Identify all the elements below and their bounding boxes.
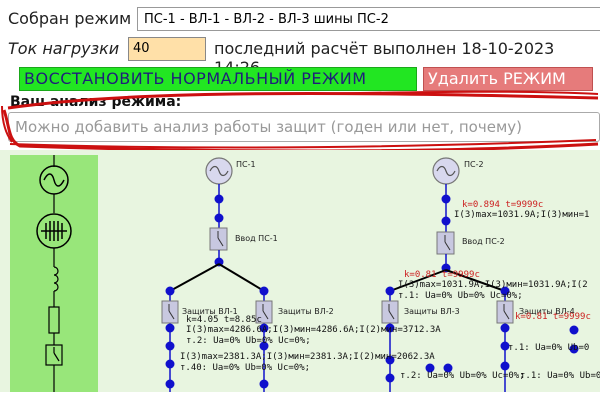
- node-dot: [214, 194, 224, 204]
- bottom-voltage-note: т.40: Ua=0% Ub=0% Uc=0%;: [180, 363, 311, 373]
- vl3-protection-label: Защиты ВЛ-3: [404, 307, 460, 316]
- vl3-current-note: I(3)max=1031.9A;I(3)мин=1031.9A;I(2: [398, 280, 588, 290]
- vl1-voltage-note: т.2: Ua=0% Ub=0% Uc=0%;: [186, 336, 311, 346]
- node-dot: [165, 359, 175, 369]
- node-dot: [569, 325, 579, 335]
- vl1-protection-breaker-icon[interactable]: [161, 300, 179, 324]
- node-dot: [385, 373, 395, 383]
- node-dot: [165, 379, 175, 389]
- ps1-label: ПС-1: [236, 160, 256, 169]
- vl1-k-t-note: k=4.05 t=8.85c: [186, 315, 262, 325]
- node-dot: [165, 323, 175, 333]
- node-dot: [441, 194, 451, 204]
- vl3-voltage-note: т.1: Ua=0% Ub=0% Uc=0%;: [398, 291, 523, 301]
- node-dot: [441, 216, 451, 226]
- vl4-protection-breaker-icon[interactable]: [496, 300, 514, 324]
- vl3-protection-breaker-icon[interactable]: [381, 300, 399, 324]
- node-dot: [165, 341, 175, 351]
- ps2-k-t-note: k=0.894 t=9999c: [462, 200, 544, 210]
- bottom-voltage-note-3: т.1: Ua=0% Ub=0: [520, 371, 600, 381]
- ps2-source-icon[interactable]: [432, 157, 460, 185]
- node-dot: [500, 323, 510, 333]
- bottom-current-note: I(3)max=2381.3A;I(3)мин=2381.3A;I(2)мин=…: [180, 352, 435, 362]
- node-dot: [214, 213, 224, 223]
- vl3-k-t-note: k=0.81 t=9999c: [404, 270, 480, 280]
- node-dot: [500, 361, 510, 371]
- vvod1-breaker-icon[interactable]: [209, 227, 228, 251]
- vl1-current-note: I(3)max=4286.6A;I(3)мин=4286.6A;I(2)мин=…: [186, 325, 441, 335]
- vl2-protection-label: Защиты ВЛ-2: [278, 307, 334, 316]
- ps2-current-note: I(3)max=1031.9A;I(3)мин=1: [454, 210, 590, 220]
- vvod2-label: Ввод ПС-2: [462, 237, 505, 246]
- vvod2-breaker-icon[interactable]: [436, 231, 455, 255]
- ps1-source-icon[interactable]: [205, 157, 233, 185]
- node-dot: [259, 379, 269, 389]
- vl4-k-t-note: k=0.81 t=9999c: [515, 312, 591, 322]
- bottom-voltage-note-2: т.2: Ua=0% Ub=0% Uc=0%;: [400, 371, 525, 381]
- ps2-label: ПС-2: [464, 160, 484, 169]
- vl4-voltage-note: т.1: Ua=0% Ub=0: [508, 343, 590, 353]
- vvod1-label: Ввод ПС-1: [235, 234, 278, 243]
